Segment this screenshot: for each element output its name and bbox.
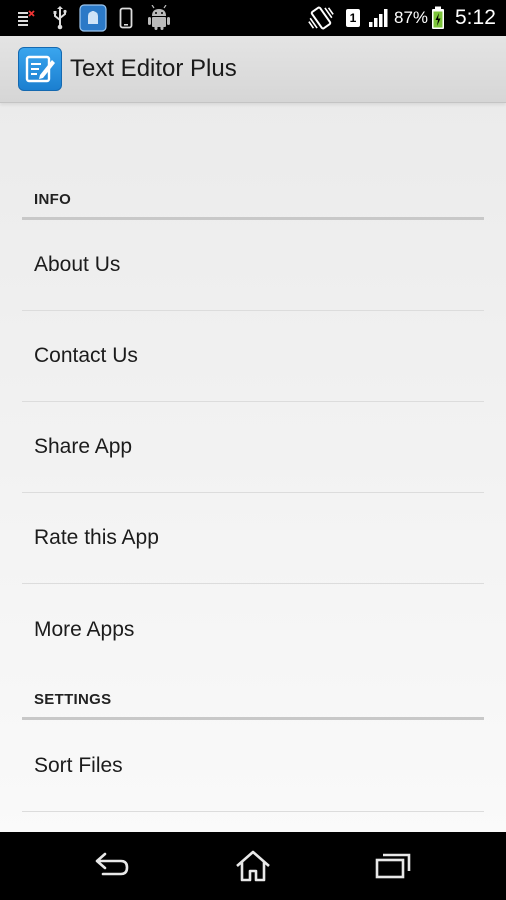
list-item-label: More Apps: [34, 618, 135, 641]
usb-icon: [48, 0, 72, 36]
home-button[interactable]: [208, 832, 298, 900]
back-icon: [95, 852, 129, 876]
vibrate-icon: [306, 0, 336, 36]
settings-list: INFO About Us Contact Us Share App Rate …: [0, 103, 506, 832]
app-title: Text Editor Plus: [70, 55, 237, 82]
app-notification-icon: [78, 0, 108, 36]
navigation-bar: [0, 832, 506, 900]
phone-icon: [116, 0, 136, 36]
signal-icon: [366, 0, 392, 36]
recent-apps-button[interactable]: [348, 832, 438, 900]
list-item-share-app[interactable]: Share App: [22, 402, 484, 493]
battery-charging-icon: [430, 0, 446, 36]
text-editor-app-icon[interactable]: [18, 47, 62, 91]
sim-icon: 1: [344, 0, 362, 36]
status-time: 5:12: [455, 6, 496, 29]
android-debug-icon: [144, 0, 174, 36]
list-item-label: Share App: [34, 435, 133, 458]
recent-apps-icon: [375, 853, 411, 879]
action-bar: Text Editor Plus: [0, 36, 506, 103]
list-item-contact-us[interactable]: Contact Us: [22, 311, 484, 402]
list-item-sort-files[interactable]: Sort Files: [22, 720, 484, 812]
list-item-about-us[interactable]: About Us: [22, 220, 484, 311]
list-item-label: About Us: [34, 253, 121, 276]
sim-number: 1: [349, 11, 357, 25]
list-item-more-apps[interactable]: More Apps: [22, 584, 484, 676]
back-button[interactable]: [68, 832, 158, 900]
section-header-info: INFO: [22, 176, 484, 220]
list-item-label: Rate this App: [34, 526, 159, 549]
screen: 1 87% 5:12 Text Editor Plus INFO About U…: [0, 0, 506, 900]
status-bar: 1 87% 5:12: [0, 0, 506, 36]
section-header-label: INFO: [34, 191, 72, 208]
battery-percent: 87%: [394, 8, 429, 27]
list-item-label: Contact Us: [34, 344, 138, 367]
section-header-label: SETTINGS: [34, 691, 112, 708]
list-item-label: Sort Files: [34, 753, 123, 777]
section-header-settings: SETTINGS: [22, 676, 484, 720]
notification-icon: [14, 0, 38, 36]
list-item-rate-app[interactable]: Rate this App: [22, 493, 484, 584]
home-icon: [236, 850, 270, 882]
